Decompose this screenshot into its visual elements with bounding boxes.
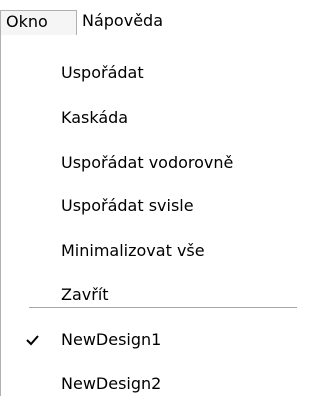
- menu-bar: Okno Nápověda: [0, 0, 315, 36]
- menu-item-label: NewDesign1: [61, 330, 162, 349]
- menu-window-label: Okno: [6, 12, 48, 31]
- menu-item-label: Uspořádat vodorovně: [61, 153, 234, 172]
- menu-item-label: NewDesign2: [61, 374, 162, 393]
- menu-item-tile-vertical[interactable]: Uspořádat svisle: [1, 193, 315, 219]
- checkmark-icon: [23, 327, 43, 353]
- menu-window[interactable]: Okno: [0, 10, 77, 36]
- window-menu-dropdown: Uspořádat Kaskáda Uspořádat vodorovně Us…: [0, 35, 315, 396]
- menu-item-arrange[interactable]: Uspořádat: [1, 60, 315, 86]
- menu-item-minimize-all[interactable]: Minimalizovat vše: [1, 238, 315, 264]
- menu-item-label: Zavřít: [61, 285, 109, 304]
- menu-help[interactable]: Nápověda: [82, 10, 163, 36]
- menu-item-label: Uspořádat: [61, 63, 144, 82]
- menu-item-window-newdesign1[interactable]: NewDesign1: [1, 327, 315, 353]
- menu-item-label: Kaskáda: [61, 108, 129, 127]
- menu-item-window-newdesign2[interactable]: NewDesign2: [1, 371, 315, 397]
- menu-separator: [29, 307, 297, 308]
- menu-item-label: Minimalizovat vše: [61, 241, 205, 260]
- menu-item-label: Uspořádat svisle: [61, 196, 194, 215]
- menu-help-label: Nápověda: [82, 11, 163, 30]
- menu-item-cascade[interactable]: Kaskáda: [1, 105, 315, 131]
- menu-item-tile-horizontal[interactable]: Uspořádat vodorovně: [1, 150, 315, 176]
- menu-item-close[interactable]: Zavřít: [1, 282, 315, 308]
